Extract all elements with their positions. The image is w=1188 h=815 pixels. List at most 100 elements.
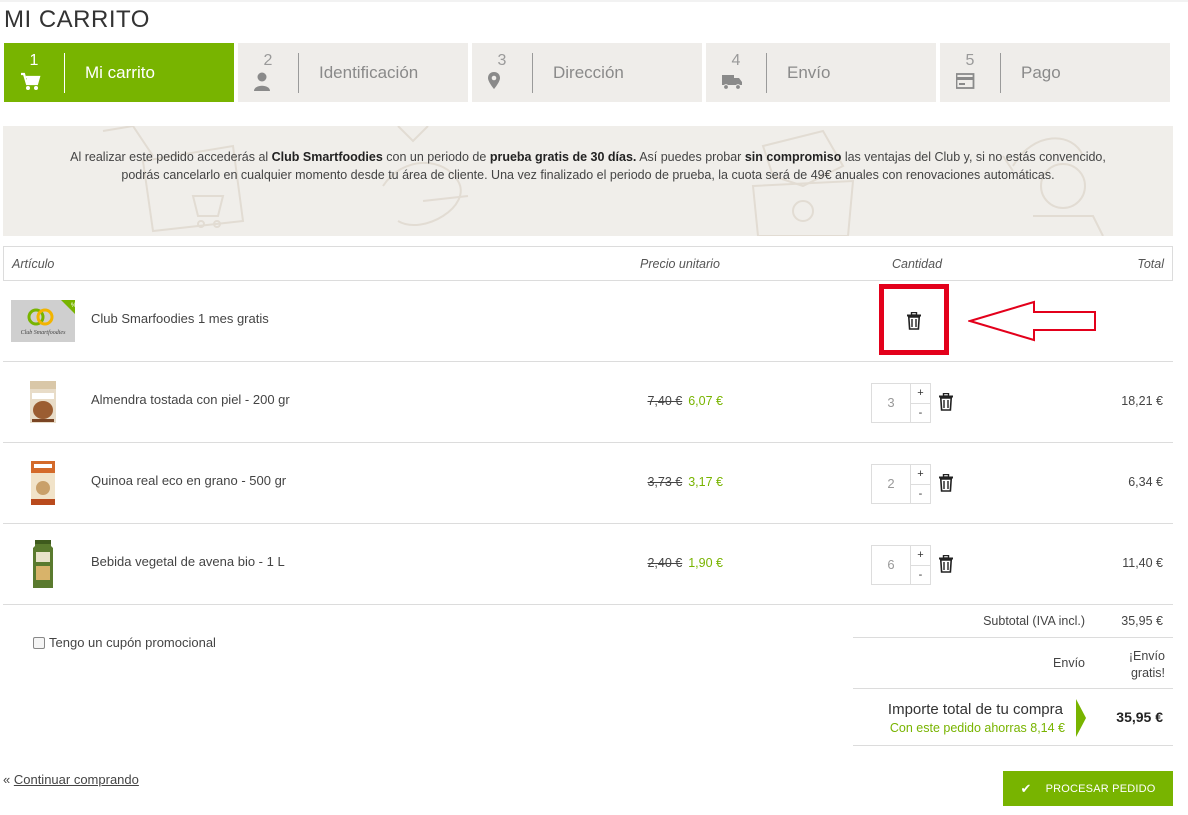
header-article: Artículo [12, 257, 55, 271]
unit-price: 2,40 € 1,90 € [647, 556, 723, 570]
increment-button[interactable]: + [911, 546, 930, 566]
decrement-button[interactable]: - [911, 485, 930, 504]
step-number: 3 [497, 52, 507, 69]
step-number: 2 [263, 52, 273, 69]
truck-icon [722, 75, 742, 90]
quantity-stepper: 6 + - [871, 545, 931, 585]
club-logo-icon: % Club Smartfoodies [11, 300, 75, 342]
old-price: 7,40 € [647, 394, 683, 408]
product-name[interactable]: Almendra tostada con piel - 200 gr [91, 392, 290, 407]
banner-bold-no-commitment: sin compromiso [744, 150, 842, 164]
annotation-arrow-icon [968, 300, 1096, 342]
club-badge: % [71, 303, 75, 309]
header-unit-price: Precio unitario [640, 257, 720, 271]
line-total: 18,21 € [1121, 394, 1163, 408]
table-row: Almendra tostada con piel - 200 gr 7,40 … [3, 362, 1173, 443]
product-name[interactable]: Bebida vegetal de avena bio - 1 L [91, 554, 285, 569]
coupon-checkbox[interactable] [33, 636, 45, 649]
product-name[interactable]: Quinoa real eco en grano - 500 gr [91, 473, 286, 488]
total-label: Importe total de tu compra [887, 701, 1063, 718]
step-shipping[interactable]: 4 Envío [706, 43, 936, 102]
table-header: Artículo Precio unitario Cantidad Total [3, 246, 1173, 281]
page-title: MI CARRITO [4, 6, 150, 33]
process-order-label: PROCESAR PEDIDO [1045, 782, 1156, 795]
continue-prefix: « [3, 772, 14, 787]
step-number: 4 [731, 52, 741, 69]
shipping-value: ¡Envío gratis! [1105, 648, 1165, 682]
total-row: Importe total de tu compra Con este pedi… [853, 689, 1173, 746]
increment-button[interactable]: + [911, 384, 930, 404]
step-number: 1 [29, 52, 39, 69]
step-label: Mi carrito [85, 62, 155, 82]
club-logo-text: Club Smartfoodies [21, 329, 67, 336]
quantity-stepper: 3 + - [871, 383, 931, 423]
credit-card-icon [956, 73, 975, 89]
continue-shopping-link[interactable]: Continuar comprando [14, 772, 139, 787]
user-icon [254, 72, 270, 91]
almond-bag-image [30, 381, 56, 423]
step-label: Dirección [553, 62, 624, 82]
old-price: 2,40 € [647, 556, 683, 570]
cart-icon [21, 72, 41, 90]
product-name[interactable]: Club Smarfoodies 1 mes gratis [91, 311, 269, 326]
header-total: Total [1137, 257, 1164, 271]
coupon-label: Tengo un cupón promocional [49, 635, 216, 650]
step-label: Identificación [319, 62, 419, 82]
quantity-input[interactable]: 6 [872, 546, 910, 584]
subtotal-row: Subtotal (IVA incl.) 35,95 € [853, 605, 1173, 638]
subtotal-label: Subtotal (IVA incl.) [983, 614, 1085, 628]
trash-icon[interactable] [938, 555, 954, 573]
oat-drink-carton-image [33, 540, 53, 588]
unit-price: 3,73 € 3,17 € [647, 475, 723, 489]
product-image[interactable] [11, 538, 75, 590]
quinoa-box-image [31, 461, 55, 505]
step-cart[interactable]: 1 Mi carrito [4, 43, 234, 102]
step-label: Pago [1021, 62, 1061, 82]
product-image[interactable] [11, 457, 75, 509]
old-price: 3,73 € [647, 475, 683, 489]
quantity-input[interactable]: 2 [872, 465, 910, 503]
top-divider [0, 0, 1188, 2]
new-price: 1,90 € [688, 556, 723, 570]
total-value: 35,95 € [1116, 709, 1163, 725]
club-banner: Al realizar este pedido accederás al Clu… [3, 126, 1173, 236]
check-icon: ✔ [1020, 780, 1032, 796]
line-total: 11,40 € [1122, 556, 1163, 570]
order-summary: Subtotal (IVA incl.) 35,95 € Envío ¡Enví… [853, 605, 1173, 746]
checkout-steps: 1 Mi carrito 2 Identificación 3 Direcció… [4, 43, 1174, 102]
step-address[interactable]: 3 Dirección [472, 43, 702, 102]
banner-text-part: Al realizar este pedido accederás al [70, 150, 272, 164]
product-image[interactable] [11, 376, 75, 428]
banner-text-part: Así puedes probar [636, 150, 745, 164]
step-identification[interactable]: 2 Identificación [238, 43, 468, 102]
trash-icon[interactable] [938, 474, 954, 492]
shipping-value-line: gratis! [1130, 666, 1165, 680]
table-row: Quinoa real eco en grano - 500 gr 3,73 €… [3, 443, 1173, 524]
process-order-button[interactable]: ✔ PROCESAR PEDIDO [1003, 771, 1173, 806]
chevron-right-icon [1076, 699, 1086, 737]
increment-button[interactable]: + [911, 465, 930, 485]
trash-icon[interactable] [938, 393, 954, 411]
shipping-row: Envío ¡Envío gratis! [853, 638, 1173, 689]
header-quantity: Cantidad [892, 257, 943, 271]
shipping-label: Envío [1053, 656, 1085, 670]
club-product-image[interactable]: % Club Smartfoodies [11, 295, 75, 347]
decrement-button[interactable]: - [911, 566, 930, 585]
continue-shopping: « Continuar comprando [3, 772, 139, 787]
banner-text-part: con un periodo de [382, 150, 490, 164]
coupon-option[interactable]: Tengo un cupón promocional [33, 635, 216, 650]
quantity-input[interactable]: 3 [872, 384, 910, 422]
quantity-stepper: 2 + - [871, 464, 931, 504]
shipping-value-line: ¡Envío [1128, 649, 1165, 663]
step-payment[interactable]: 5 Pago [940, 43, 1170, 102]
unit-price: 7,40 € 6,07 € [647, 394, 723, 408]
new-price: 6,07 € [688, 394, 723, 408]
location-pin-icon [488, 72, 500, 89]
new-price: 3,17 € [688, 475, 723, 489]
subtotal-value: 35,95 € [1121, 614, 1163, 628]
step-number: 5 [965, 52, 975, 69]
step-label: Envío [787, 62, 831, 82]
club-banner-text: Al realizar este pedido accederás al Clu… [63, 148, 1113, 184]
trash-icon[interactable] [906, 312, 922, 330]
decrement-button[interactable]: - [911, 404, 930, 423]
